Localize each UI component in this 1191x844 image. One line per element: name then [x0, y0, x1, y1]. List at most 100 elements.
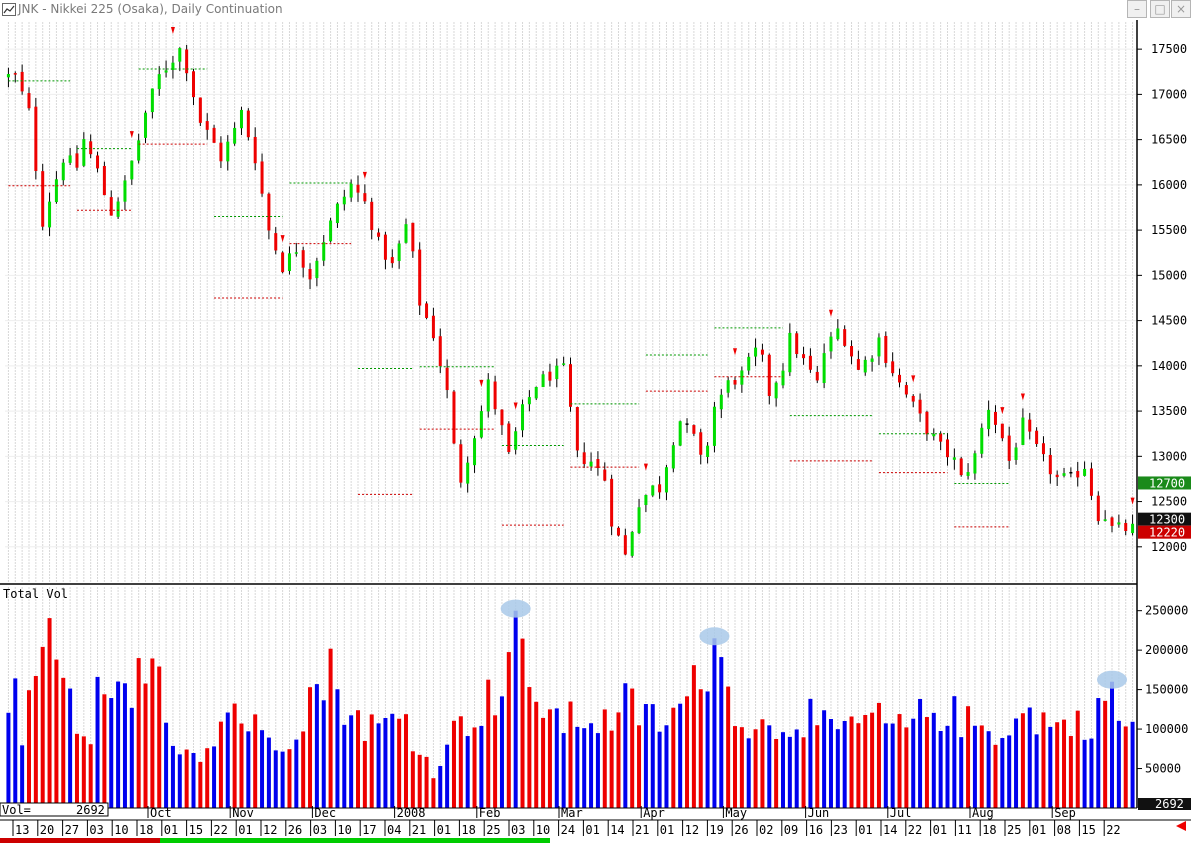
candle-body [925, 411, 929, 435]
volume-bar [657, 731, 662, 808]
candle-body [767, 354, 771, 396]
scroll-track-left[interactable] [0, 838, 160, 843]
month-label: Jun [808, 806, 830, 820]
candle-body [239, 109, 243, 129]
volume-bar [506, 652, 511, 808]
volume-bar [68, 688, 73, 808]
volume-bar [177, 754, 182, 808]
volume-bar [47, 618, 52, 808]
volume-bar [993, 744, 998, 808]
candle-body [219, 142, 223, 162]
candle-body [438, 336, 442, 367]
candle-body [726, 380, 730, 393]
candle-body [137, 140, 141, 161]
volume-bar [26, 690, 31, 808]
volume-bar [294, 739, 299, 808]
candle-body [685, 423, 689, 425]
volume-bar [81, 736, 86, 808]
volume-bar [726, 686, 731, 808]
month-label: Feb [479, 806, 501, 820]
volume-bar [410, 751, 415, 808]
candle-body [664, 467, 668, 493]
date-label: 03 [511, 823, 525, 837]
candle-body [514, 431, 518, 450]
volume-bar [74, 733, 79, 808]
volume-bar [1055, 722, 1060, 808]
candle-body [959, 458, 963, 476]
candle-body [178, 48, 182, 62]
volume-bar [897, 714, 902, 808]
volume-bar [122, 683, 127, 808]
scroll-thumb[interactable] [160, 838, 550, 843]
candle-body [980, 427, 984, 454]
month-label: Nov [232, 806, 254, 820]
candle-body [404, 224, 408, 243]
y-tick-label: 12000 [1151, 540, 1187, 554]
date-label: 01 [1032, 823, 1046, 837]
candle-body [1048, 454, 1052, 475]
candle-body [651, 485, 655, 496]
price-panel-bg [0, 20, 1137, 583]
y-tick-label: 13500 [1151, 404, 1187, 418]
candle-body [54, 179, 58, 203]
candle-body [596, 459, 600, 469]
candle-body [27, 93, 31, 109]
candle-body [192, 71, 195, 98]
date-label: 01 [238, 823, 252, 837]
candle-body [383, 234, 387, 260]
candle-body [493, 381, 497, 410]
candle-body [41, 171, 45, 227]
candle-body [1131, 523, 1135, 534]
chart-canvas[interactable]: 1200012500130001350014000145001500015500… [0, 0, 1191, 844]
volume-bar [595, 733, 600, 808]
candle-body [335, 203, 339, 224]
candle-body [198, 97, 202, 123]
candle-body [418, 249, 422, 306]
candle-body [130, 160, 134, 180]
volume-bar [486, 679, 491, 808]
volume-bar [870, 712, 875, 808]
candle-body [123, 180, 127, 202]
volume-bar [801, 737, 806, 808]
volume-bar [136, 658, 141, 808]
candle-body [431, 315, 435, 339]
volume-bar [1103, 700, 1108, 808]
price-badge-black-label: 12300 [1149, 513, 1185, 527]
y-tick-label: 16000 [1151, 178, 1187, 192]
candle-body [390, 257, 394, 264]
candle-body [623, 535, 627, 555]
candle-body [1000, 423, 1004, 439]
volume-bar [479, 725, 484, 808]
candle-body [363, 193, 367, 202]
volume-bar [191, 753, 196, 808]
volume-bar [678, 703, 683, 808]
candle-body [850, 346, 854, 357]
candle-body [466, 462, 470, 484]
candle-body [932, 434, 936, 437]
date-label: 01 [164, 823, 178, 837]
candle-body [287, 253, 291, 272]
vol-readout-value: 2692 [76, 803, 105, 817]
candle-body [802, 354, 806, 359]
volume-bar [1062, 719, 1067, 808]
candle-body [699, 432, 703, 455]
volume-bar [966, 706, 971, 808]
volume-bar [260, 730, 265, 808]
y-tick-label: 15500 [1151, 223, 1187, 237]
volume-bar [1068, 736, 1073, 808]
candle-body [973, 453, 977, 474]
candle-body [75, 153, 79, 168]
candle-body [815, 371, 819, 381]
date-label: 10 [114, 823, 128, 837]
candle-body [150, 88, 154, 113]
volume-bar [445, 744, 450, 808]
candle-body [34, 106, 38, 171]
candle-body [822, 353, 826, 383]
volume-bar [698, 689, 703, 808]
candle-body [507, 423, 511, 453]
date-label: 01 [858, 823, 872, 837]
volume-bar [719, 657, 724, 808]
date-label: 15 [189, 823, 203, 837]
date-label: 27 [65, 823, 79, 837]
volume-bar [390, 713, 395, 808]
